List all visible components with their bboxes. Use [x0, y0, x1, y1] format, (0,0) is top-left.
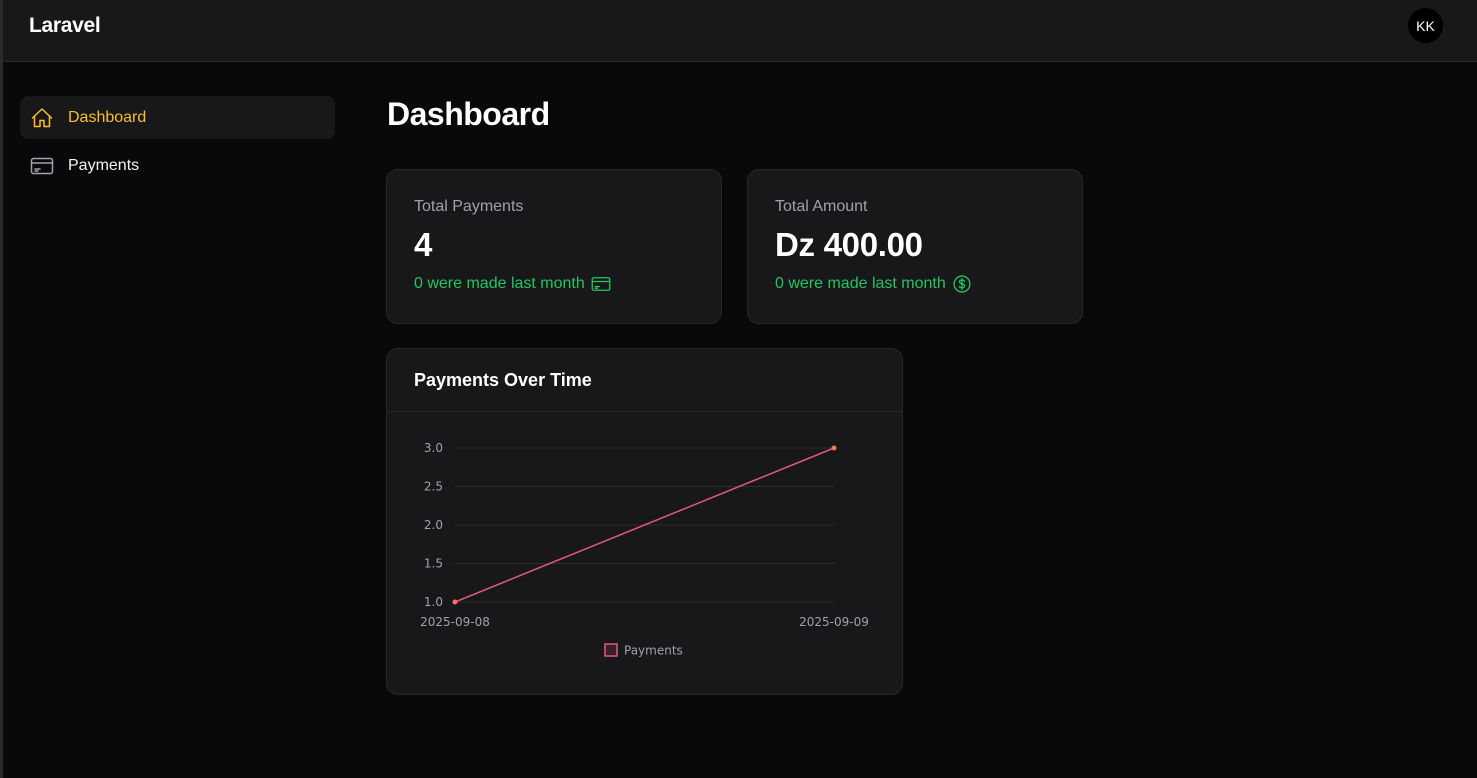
credit-card-icon	[30, 154, 54, 178]
legend-swatch	[604, 643, 618, 657]
top-bar: Laravel KK	[3, 0, 1477, 62]
stat-value: Dz 400.00	[775, 226, 923, 263]
chart-card: Payments Over Time 1.0 1.5 2.0 2.5 3.0 2025-0…	[386, 348, 903, 695]
stat-label: Total Amount	[775, 198, 868, 215]
y-tick-label: 3.0	[424, 441, 443, 455]
y-tick-label: 1.5	[424, 557, 443, 571]
y-tick-label: 2.5	[424, 480, 443, 494]
sidebar-item-dashboard[interactable]: Dashboard	[20, 96, 335, 139]
stat-value: 4	[414, 226, 433, 263]
stat-description: 0 were made last month	[775, 274, 1055, 294]
payments-line-chart: 1.0 1.5 2.0 2.5 3.0 2025-09-08 2025-09-09 Payme…	[420, 441, 869, 658]
sidebar-item-payments[interactable]: Payments	[20, 144, 335, 187]
sidebar: Dashboard Payments	[20, 96, 335, 192]
x-tick-label: 2025-09-08	[420, 615, 490, 629]
user-avatar[interactable]: KK	[1408, 8, 1443, 43]
data-point	[831, 445, 837, 451]
credit-card-icon	[591, 274, 611, 294]
stat-description-text: 0 were made last month	[775, 275, 946, 292]
stat-card-total-payments: Total Payments 4 0 were made last month	[386, 169, 722, 324]
stat-description-text: 0 were made last month	[414, 275, 585, 292]
legend-label: Payments	[624, 644, 683, 658]
stat-label: Total Payments	[414, 198, 524, 215]
x-tick-label: 2025-09-09	[799, 615, 869, 629]
sidebar-item-label: Dashboard	[68, 108, 147, 126]
brand-logo[interactable]: Laravel	[29, 14, 101, 38]
y-tick-label: 2.0	[424, 518, 443, 532]
dollar-circle-icon	[952, 274, 972, 294]
window-edge	[0, 0, 3, 778]
stat-card-total-amount: Total Amount Dz 400.00 0 were made last …	[747, 169, 1083, 324]
y-tick-label: 1.0	[424, 595, 443, 609]
data-point	[452, 599, 458, 605]
stat-description: 0 were made last month	[414, 274, 694, 294]
sidebar-item-label: Payments	[68, 156, 140, 174]
page-title: Dashboard	[387, 96, 550, 132]
home-icon	[30, 106, 54, 130]
